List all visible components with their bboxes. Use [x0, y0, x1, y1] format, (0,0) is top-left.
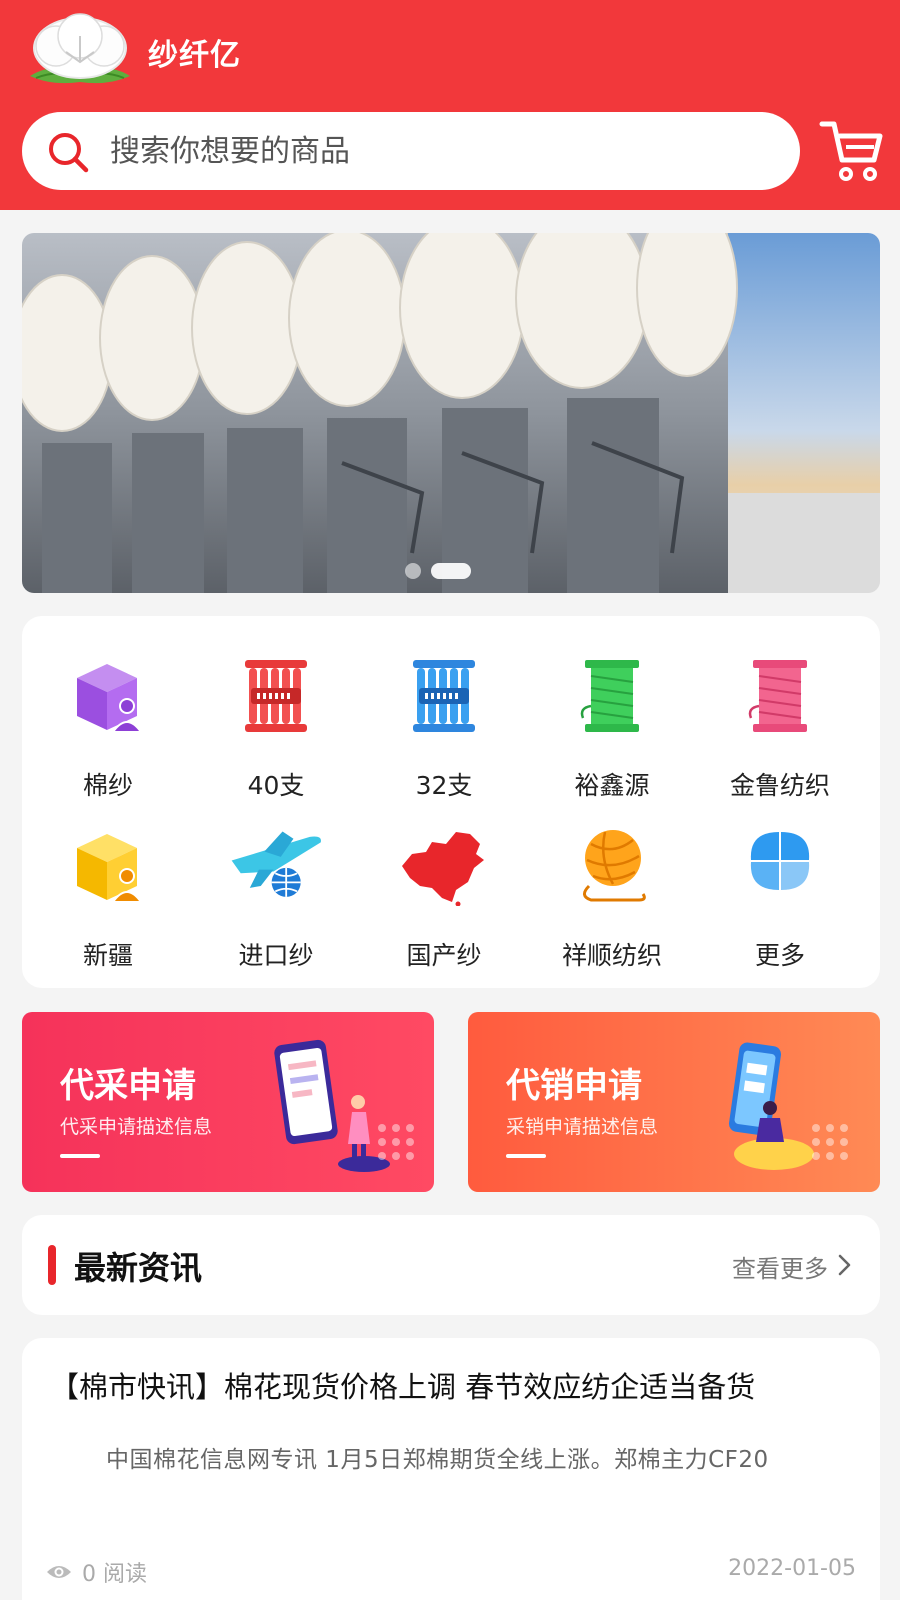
- phone-shopper-illustration: [728, 1042, 848, 1170]
- category-label: 国产纱: [406, 941, 482, 970]
- category-label: 裕鑫源: [574, 771, 650, 800]
- section-title: 最新资讯: [74, 1249, 203, 1287]
- app-header: 纱纤亿: [0, 0, 900, 210]
- category-label: 棉纱: [82, 771, 133, 800]
- airplane-globe-icon: [231, 831, 321, 897]
- cotton-logo: [30, 13, 130, 84]
- consignment-sale-card[interactable]: 代销申请 采销申请描述信息: [468, 1012, 880, 1192]
- article-meta: 0 阅读 2022-01-05: [46, 1554, 880, 1594]
- category-item-yuxinyuan[interactable]: 裕鑫源: [526, 656, 698, 816]
- shopping-cart-icon[interactable]: [818, 114, 884, 184]
- banner-image: [22, 233, 880, 593]
- carousel-dot[interactable]: [405, 563, 421, 579]
- promo-divider: [60, 1154, 100, 1158]
- app-title: 纱纤亿: [148, 38, 241, 73]
- category-label: 进口纱: [238, 941, 314, 970]
- article-date: 2022-01-05: [728, 1556, 856, 1581]
- category-item-cotton-yarn[interactable]: 棉纱: [22, 656, 194, 816]
- category-item-xinjiang[interactable]: 新疆: [22, 826, 194, 986]
- promo-title: 代采申请: [60, 1066, 196, 1106]
- pink-thread-bobbin-icon: [748, 660, 807, 732]
- category-label: 金鲁纺织: [729, 771, 830, 800]
- category-label: 新疆: [82, 941, 133, 970]
- category-item-40s[interactable]: 40支: [190, 656, 362, 816]
- section-accent-bar: [48, 1245, 56, 1285]
- promo-title: 代销申请: [506, 1066, 642, 1106]
- view-more-link[interactable]: 查看更多: [732, 1249, 828, 1284]
- phone-person-illustration: [274, 1039, 414, 1172]
- news-article-card[interactable]: 【棉市快讯】棉花现货价格上调 春节效应纺企适当备货 中国棉花信息网专讯 1月5日…: [22, 1338, 880, 1600]
- category-label: 更多: [754, 941, 805, 970]
- search-input[interactable]: [110, 112, 780, 190]
- promo-divider: [506, 1154, 546, 1158]
- category-item-jinlu-textile[interactable]: 金鲁纺织: [694, 656, 866, 816]
- four-petal-grid-icon: [750, 832, 810, 890]
- promo-subtitle: 采销申请描述信息: [506, 1116, 659, 1138]
- carousel-indicators: [22, 563, 880, 579]
- carousel-dot-active[interactable]: [431, 563, 471, 579]
- yellow-package-user-icon: [77, 834, 143, 903]
- package-user-icon: [77, 664, 143, 733]
- category-label: 32支: [415, 771, 473, 800]
- search-bar[interactable]: [22, 112, 800, 190]
- banner-carousel[interactable]: [22, 233, 880, 593]
- category-item-32s[interactable]: 32支: [358, 656, 530, 816]
- category-item-domestic-yarn[interactable]: 国产纱: [358, 826, 530, 986]
- article-excerpt: 中国棉花信息网专讯 1月5日郑棉期货全线上涨。郑棉主力CF20: [106, 1447, 769, 1473]
- category-label: 40支: [247, 771, 305, 800]
- category-grid: 棉纱 40支 32支 裕鑫源 金鲁纺织 新疆 进口纱 国产纱 祥顺纺织 更多: [22, 616, 880, 988]
- green-thread-bobbin-icon: [580, 660, 639, 732]
- category-item-xiangshun-textile[interactable]: 祥顺纺织: [526, 826, 698, 986]
- red-yarn-spool-icon: [245, 660, 307, 732]
- yarn-ball-icon: [583, 830, 646, 902]
- category-item-more[interactable]: 更多: [694, 826, 866, 986]
- chevron-right-icon[interactable]: [836, 1253, 852, 1277]
- category-item-imported-yarn[interactable]: 进口纱: [190, 826, 362, 986]
- news-section-header: 最新资讯 查看更多: [22, 1215, 880, 1315]
- search-icon: [49, 133, 89, 173]
- read-count: 0 阅读: [82, 1562, 147, 1587]
- category-label: 祥顺纺织: [561, 941, 662, 970]
- article-title[interactable]: 【棉市快讯】棉花现货价格上调 春节效应纺企适当备货: [50, 1364, 870, 1406]
- blue-yarn-spool-icon: [413, 660, 475, 732]
- promo-subtitle: 代采申请描述信息: [60, 1116, 213, 1138]
- china-map-icon: [402, 832, 484, 906]
- proxy-purchase-card[interactable]: 代采申请 代采申请描述信息: [22, 1012, 434, 1192]
- eye-icon: [47, 1566, 71, 1578]
